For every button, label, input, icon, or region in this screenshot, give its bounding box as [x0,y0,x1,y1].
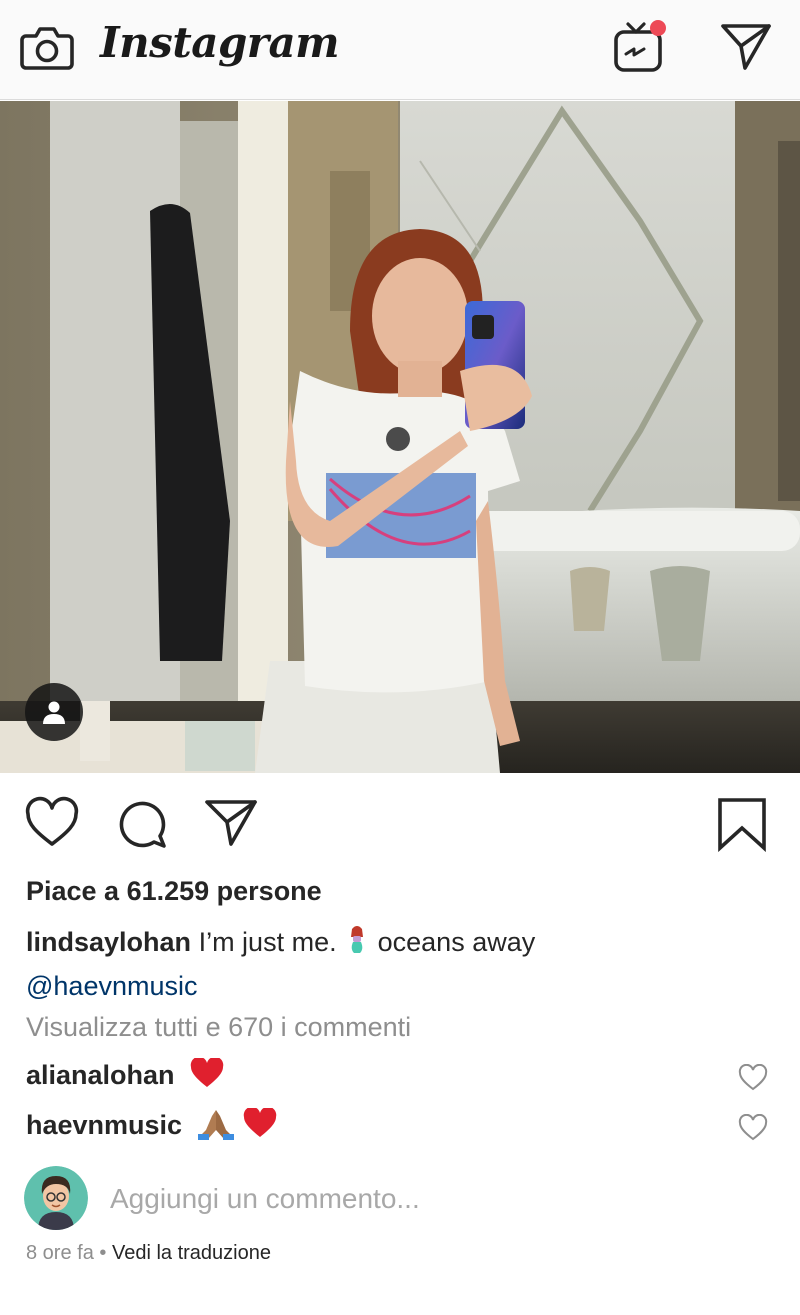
likes-count[interactable]: Piace a 61.259 persone [26,876,322,907]
comment-button[interactable] [114,796,170,852]
bookmark-icon [718,798,766,853]
add-comment-input[interactable] [110,1178,750,1220]
comment-like-button[interactable] [738,1063,768,1092]
save-button[interactable] [716,796,768,853]
red-heart-emoji [243,1106,277,1145]
person-icon [43,701,65,724]
see-translation-link[interactable]: Vedi la traduzione [112,1242,271,1264]
heart-outline-icon [738,1113,768,1141]
post-image[interactable] [0,101,800,773]
timestamp: 8 ore fa [26,1242,94,1264]
caption-text: I’m just me. [198,927,337,957]
post-actions [0,790,800,860]
separator: • [99,1242,107,1264]
post-caption: lindsaylohan I’m just me. oceans away @h… [26,922,766,1006]
comment-row: haevnmusic [26,1106,776,1148]
like-button[interactable] [24,796,80,850]
user-tags-button[interactable] [25,683,83,741]
top-bar: Instagram [0,0,800,100]
avatar[interactable] [24,1166,88,1230]
caption-mention[interactable]: @haevnmusic [26,971,197,1001]
red-heart-emoji [190,1056,224,1095]
igtv-icon[interactable] [612,18,668,74]
folded-hands-emoji [197,1108,234,1147]
direct-message-icon[interactable] [718,20,774,72]
comment-like-button[interactable] [738,1113,768,1142]
comment-row: alianalohan [26,1056,776,1098]
heart-icon [25,796,79,846]
comment-username[interactable]: haevnmusic [26,1110,182,1140]
instagram-logo[interactable]: Instagram [100,18,340,67]
comment-username[interactable]: alianalohan [26,1060,175,1090]
share-button[interactable] [203,796,259,848]
view-all-comments-link[interactable]: Visualizza tutti e 670 i commenti [26,1012,411,1043]
heart-outline-icon [738,1063,768,1091]
caption-username[interactable]: lindsaylohan [26,927,191,957]
caption-text-2: oceans away [377,927,536,957]
igtv-badge [650,20,666,36]
camera-icon[interactable] [20,22,74,74]
mermaid-emoji [344,925,370,966]
comment-icon [119,801,166,848]
direct-share-icon [205,800,257,846]
add-comment-row [24,1166,784,1230]
post-meta: 8 ore fa • Vedi la traduzione [26,1242,271,1265]
